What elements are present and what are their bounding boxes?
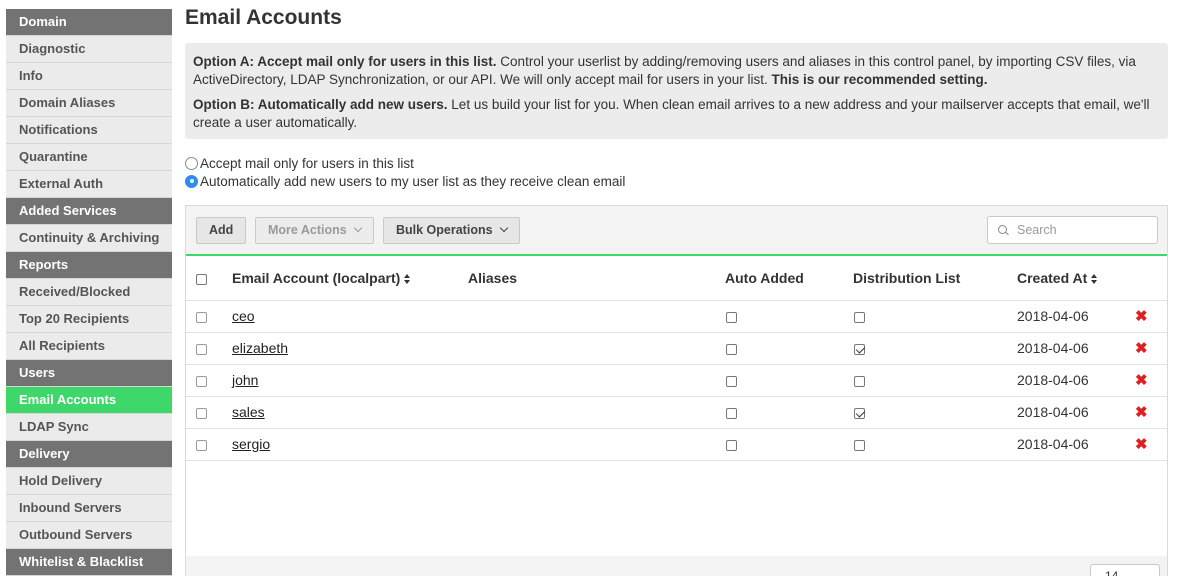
toolbar: Add More Actions Bulk Operations (186, 206, 1167, 256)
aliases-cell (468, 396, 725, 429)
sort-icon[interactable] (1091, 274, 1098, 285)
radio-label-option-b: Automatically add new users to my user l… (200, 173, 626, 189)
search-box[interactable] (987, 216, 1158, 244)
sidebar-section-domain: Domain (6, 9, 172, 36)
sidebar-item-received-blocked[interactable]: Received/Blocked (6, 279, 172, 306)
distribution-list-checkbox[interactable] (854, 407, 865, 419)
delete-icon[interactable]: ✖ (1135, 372, 1148, 389)
sidebar-item-all-recipients[interactable]: All Recipients (6, 333, 172, 360)
sidebar-item-continuity-archiving[interactable]: Continuity & Archiving (6, 225, 172, 252)
bulk-operations-button[interactable]: Bulk Operations (383, 217, 520, 244)
created-at-cell: 2018-04-06 (1017, 300, 1135, 333)
info-box: Option A: Accept mail only for users in … (185, 43, 1168, 139)
created-at-cell: 2018-04-06 (1017, 428, 1135, 461)
page-size-select[interactable]: 14 (1090, 564, 1160, 576)
sidebar-item-external-auth[interactable]: External Auth (6, 171, 172, 198)
email-account-link[interactable]: sales (232, 404, 265, 420)
sidebar-item-domain-aliases[interactable]: Domain Aliases (6, 90, 172, 117)
sidebar-item-quarantine[interactable]: Quarantine (6, 144, 172, 171)
sidebar-section-reports: Reports (6, 252, 172, 279)
table-row: ceo 2018-04-06 ✖ (186, 300, 1167, 333)
sidebar-item-hold-delivery[interactable]: Hold Delivery (6, 468, 172, 495)
radio-option-a[interactable]: Accept mail only for users in this list (185, 154, 625, 172)
auto-added-checkbox[interactable] (726, 375, 737, 387)
aliases-cell (468, 428, 725, 461)
sidebar-item-notifications[interactable]: Notifications (6, 117, 172, 144)
sidebar-item-info[interactable]: Info (6, 63, 172, 90)
aliases-cell (468, 332, 725, 365)
sidebar-item-outbound-servers[interactable]: Outbound Servers (6, 522, 172, 549)
auto-added-checkbox[interactable] (726, 407, 737, 419)
header-auto-added: Auto Added (725, 256, 853, 301)
created-at-cell: 2018-04-06 (1017, 396, 1135, 429)
distribution-list-checkbox[interactable] (854, 343, 865, 355)
auto-added-checkbox[interactable] (726, 343, 737, 355)
page-title: Email Accounts (185, 6, 342, 29)
accounts-panel: Add More Actions Bulk Operations Email A… (185, 205, 1168, 576)
radio-label-option-a: Accept mail only for users in this list (200, 155, 414, 171)
sidebar-item-inbound-servers[interactable]: Inbound Servers (6, 495, 172, 522)
delete-icon[interactable]: ✖ (1135, 436, 1148, 453)
sidebar-section-delivery: Delivery (6, 441, 172, 468)
search-input[interactable] (1017, 223, 1147, 237)
row-select-checkbox[interactable] (196, 375, 207, 387)
row-select-checkbox[interactable] (196, 439, 207, 451)
header-distribution-list: Distribution List (853, 256, 1017, 301)
email-account-link[interactable]: john (232, 372, 258, 388)
distribution-list-checkbox[interactable] (854, 311, 865, 323)
table-row: sales 2018-04-06 ✖ (186, 396, 1167, 429)
header-email-account[interactable]: Email Account (localpart) (232, 256, 468, 301)
row-select-checkbox[interactable] (196, 343, 207, 355)
sidebar-item-email-accounts[interactable]: Email Accounts (6, 387, 172, 414)
search-icon (998, 224, 1009, 236)
sidebar: Domain Diagnostic Info Domain Aliases Notifi… (6, 9, 172, 576)
email-account-link[interactable]: elizabeth (232, 340, 288, 356)
option-a-description: Option A: Accept mail only for users in … (193, 54, 1136, 87)
created-at-cell: 2018-04-06 (1017, 364, 1135, 397)
option-b-description: Option B: Automatically add new users. L… (193, 97, 1150, 130)
auto-added-checkbox[interactable] (726, 311, 737, 323)
chevron-down-icon (499, 223, 508, 233)
sidebar-section-added-services: Added Services (6, 198, 172, 225)
header-created-at[interactable]: Created At (1017, 256, 1135, 301)
sidebar-item-ldap-sync[interactable]: LDAP Sync (6, 414, 172, 441)
created-at-cell: 2018-04-06 (1017, 332, 1135, 365)
table-row: sergio 2018-04-06 ✖ (186, 428, 1167, 461)
delete-icon[interactable]: ✖ (1135, 340, 1148, 357)
row-select-checkbox[interactable] (196, 407, 207, 419)
email-account-link[interactable]: ceo (232, 308, 255, 324)
sort-icon[interactable] (404, 274, 411, 285)
email-account-link[interactable]: sergio (232, 436, 270, 452)
radio-button-option-b[interactable] (185, 174, 198, 188)
sidebar-item-diagnostic[interactable]: Diagnostic (6, 36, 172, 63)
accounts-table: Email Account (localpart) Aliases Auto A… (186, 256, 1167, 461)
table-row: john 2018-04-06 ✖ (186, 364, 1167, 397)
row-select-checkbox[interactable] (196, 311, 207, 323)
auto-added-checkbox[interactable] (726, 439, 737, 451)
user-list-mode: Accept mail only for users in this list … (185, 154, 625, 190)
table-row: elizabeth 2018-04-06 ✖ (186, 332, 1167, 365)
table-header-row: Email Account (localpart) Aliases Auto A… (186, 256, 1167, 301)
add-button[interactable]: Add (196, 217, 247, 244)
sidebar-section-users: Users (6, 360, 172, 387)
more-actions-button[interactable]: More Actions (255, 217, 374, 244)
panel-footer: 14 (186, 556, 1167, 576)
radio-option-b[interactable]: Automatically add new users to my user l… (185, 172, 625, 190)
delete-icon[interactable]: ✖ (1135, 404, 1148, 421)
sidebar-section-whitelist-blacklist: Whitelist & Blacklist (6, 549, 172, 576)
header-aliases: Aliases (468, 256, 725, 301)
aliases-cell (468, 300, 725, 333)
distribution-list-checkbox[interactable] (854, 439, 865, 451)
delete-icon[interactable]: ✖ (1135, 308, 1148, 325)
sidebar-item-top-20-recipients[interactable]: Top 20 Recipients (6, 306, 172, 333)
aliases-cell (468, 364, 725, 397)
select-all-checkbox[interactable] (196, 273, 207, 285)
distribution-list-checkbox[interactable] (854, 375, 865, 387)
chevron-down-icon (353, 223, 362, 233)
radio-button-option-a[interactable] (185, 156, 198, 170)
